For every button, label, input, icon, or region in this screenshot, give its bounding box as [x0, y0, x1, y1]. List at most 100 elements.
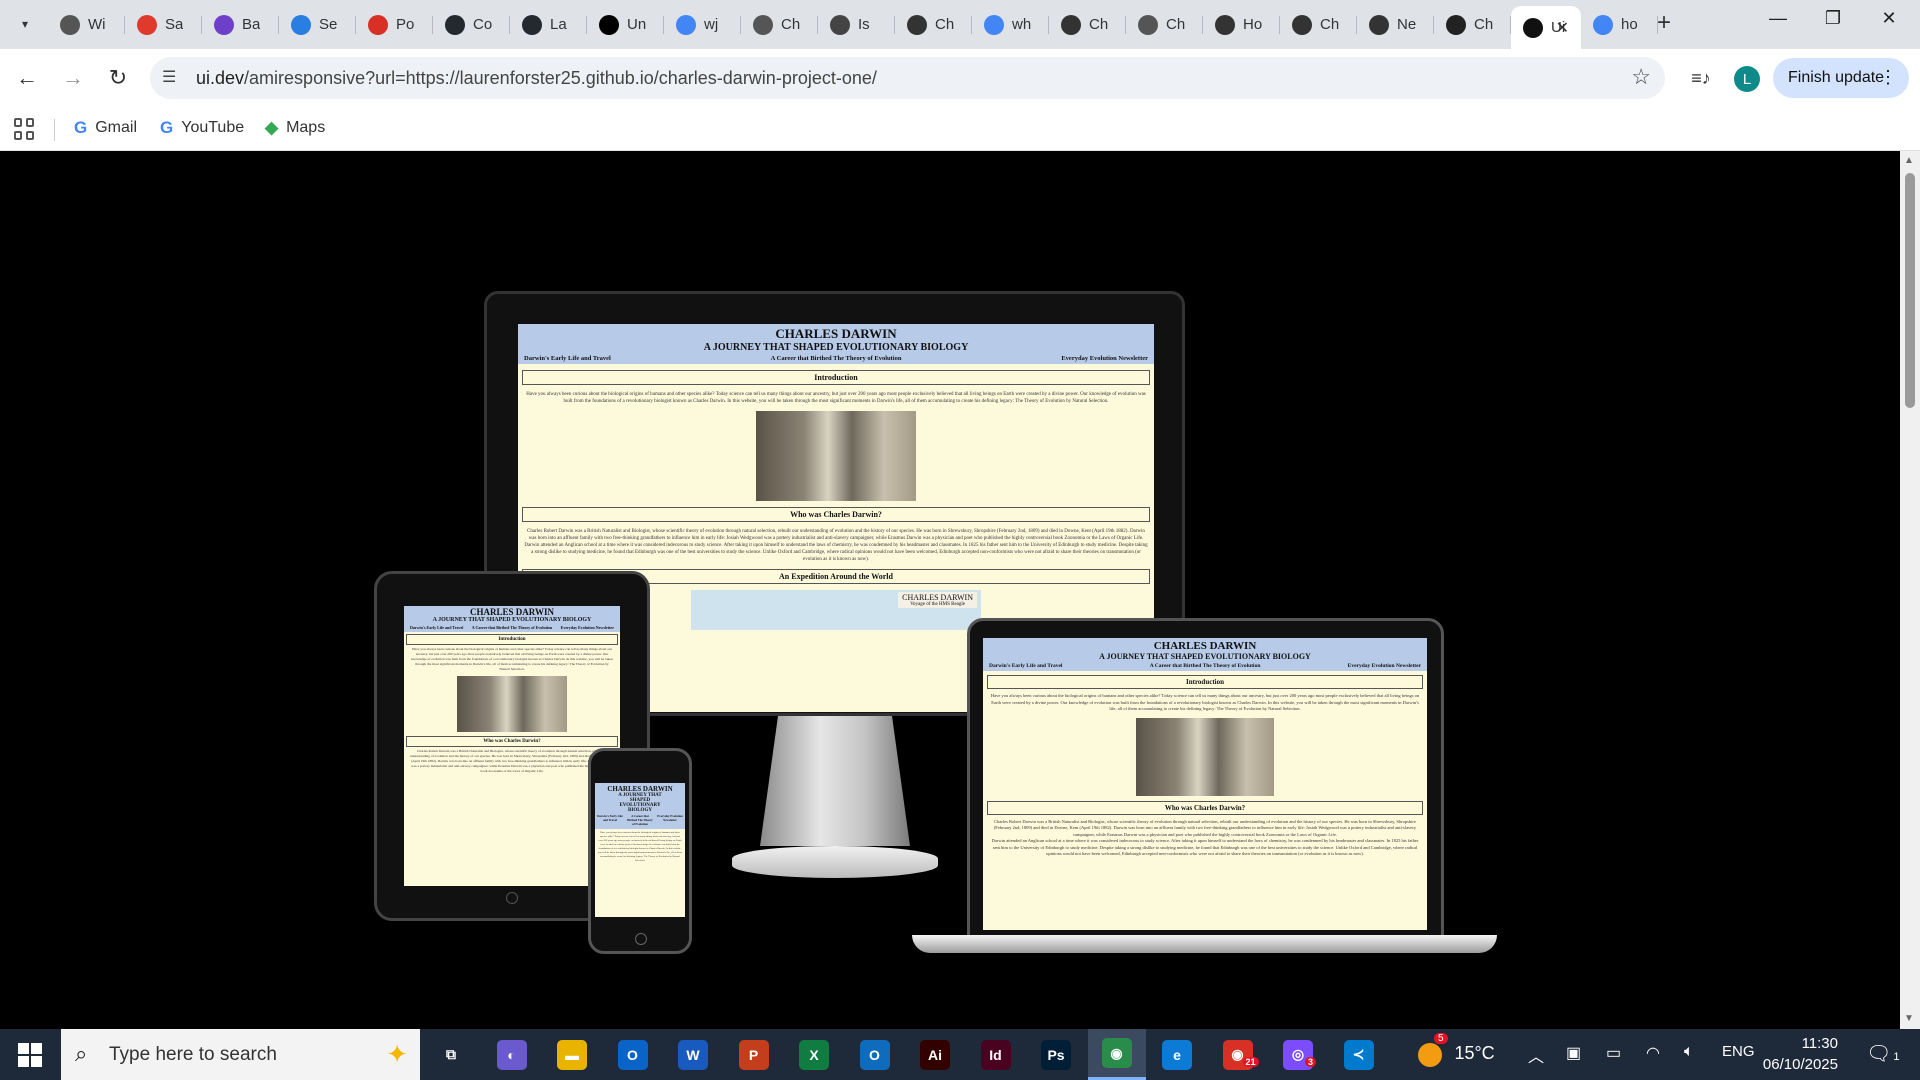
tab-search-icon[interactable]: ▾ — [12, 11, 38, 37]
browser-tab[interactable]: wj — [664, 6, 741, 43]
openai-icon — [1292, 14, 1312, 35]
chrome-taskbar-button[interactable]: ◉ — [1087, 1029, 1146, 1080]
scroll-up-icon[interactable]: ▲ — [1904, 155, 1914, 166]
opera-icon — [137, 14, 157, 35]
site-preview-laptop[interactable]: CHARLES DARWIN A JOURNEY THAT SHAPED EVO… — [983, 638, 1427, 930]
site-preview-phone[interactable]: CHARLES DARWIN A JOURNEY THAT SHAPED EVO… — [595, 783, 685, 917]
voyage-map: CHARLES DARWIN Voyage of the HMS Beagle — [691, 590, 981, 630]
edge-taskbar-button[interactable]: e — [1148, 1029, 1206, 1080]
url-text: ui.dev/amiresponsive?url=https://laurenf… — [196, 68, 877, 89]
start-button[interactable] — [18, 1043, 42, 1067]
copilot-taskbar-button[interactable]: ◐ — [483, 1029, 541, 1080]
browser-tab-active[interactable]: Ui ✕ — [1511, 6, 1581, 49]
taskbar-search[interactable]: ⌕ Type here to search ✦ — [61, 1029, 420, 1080]
close-tab-icon[interactable]: ✕ — [1556, 18, 1569, 38]
show-hidden-icons[interactable]: ︿ — [1528, 1043, 1544, 1067]
finish-update-button[interactable]: Finish update ⋮ — [1773, 58, 1909, 98]
minimize-icon[interactable]: — — [1755, 8, 1801, 29]
language-indicator[interactable]: ENG — [1722, 1043, 1755, 1060]
word-taskbar-button[interactable]: W — [664, 1029, 722, 1080]
browser-tab[interactable]: Wi — [48, 6, 125, 43]
site-header: CHARLES DARWIN A JOURNEY THAT SHAPED EVO… — [595, 783, 685, 829]
browser-tab[interactable]: Po — [356, 6, 433, 43]
stack-icon — [830, 14, 850, 35]
bookmark-maps[interactable]: ◆ Maps — [265, 118, 325, 138]
site-nav-item[interactable]: Darwin's Early Life and Travel — [597, 814, 623, 826]
bookmark-star-icon[interactable]: ☆ — [1631, 64, 1651, 90]
browser-tab[interactable]: Ch — [1126, 6, 1203, 43]
new-tab-button[interactable]: + — [1650, 9, 1678, 37]
clock[interactable]: 11:30 06/10/2025 — [1758, 1033, 1838, 1075]
notification-icon[interactable]: 🗨︎ 1 — [1866, 1041, 1900, 1066]
task-view-taskbar-button[interactable]: ⧉ — [422, 1029, 480, 1080]
browser-tab[interactable]: Un — [587, 6, 664, 43]
menu-dots-icon[interactable]: ⋮ — [1879, 67, 1897, 88]
browser-tab[interactable]: Sa — [125, 6, 202, 43]
meet-now-icon[interactable]: ▣ — [1566, 1043, 1581, 1063]
browser-tab[interactable]: Ch — [895, 6, 972, 43]
site-nav-item[interactable]: Darwin's Early Life and Travel — [524, 355, 611, 362]
browser-tab[interactable]: Ho — [1203, 6, 1280, 43]
browser-tab[interactable]: Ba — [202, 6, 279, 43]
site-info-icon[interactable]: ☰ — [162, 67, 176, 87]
browser-tab[interactable]: Ne — [1357, 6, 1434, 43]
who-heading: Who was Charles Darwin? — [406, 736, 618, 747]
scroll-thumb[interactable] — [1905, 173, 1915, 408]
site-nav-item[interactable]: A Career that Birthed The Theory of Evol… — [472, 625, 552, 630]
browser-tab[interactable]: Co — [433, 6, 510, 43]
site-nav-item[interactable]: A Career that Birthed The Theory of Evol… — [771, 355, 902, 362]
browser-tab[interactable]: Ch — [1434, 6, 1511, 43]
reload-icon[interactable]: ↻ — [103, 63, 133, 93]
site-nav-item[interactable]: Everyday Evolution Newsletter — [1348, 663, 1421, 669]
illustrator-taskbar-button[interactable]: Ai — [906, 1029, 964, 1080]
browser-tab[interactable]: ho — [1581, 6, 1658, 43]
bookmark-youtube[interactable]: G YouTube — [160, 118, 244, 138]
page-scrollbar[interactable]: ▲ ▼ — [1900, 151, 1920, 1029]
who-text: Charles Robert Darwin was a British Natu… — [993, 818, 1417, 837]
edge-icon: e — [1162, 1039, 1192, 1070]
browser-tab[interactable]: Ch — [741, 6, 818, 43]
forward-icon[interactable]: → — [58, 63, 88, 93]
restore-icon[interactable]: ❐ — [1810, 8, 1856, 29]
chrome-profile-taskbar-button[interactable]: ◉ 21 — [1209, 1029, 1267, 1080]
powerpoint-taskbar-button[interactable]: P — [725, 1029, 783, 1080]
apps-grid-icon[interactable] — [14, 118, 36, 140]
site-nav-item[interactable]: Everyday Evolution Newsletter — [1061, 355, 1148, 362]
battery-icon[interactable]: ▭ — [1606, 1043, 1621, 1063]
weather-widget[interactable]: 5 15°C — [1418, 1033, 1495, 1067]
temperature: 15°C — [1454, 1043, 1495, 1063]
browser-tab[interactable]: Se — [279, 6, 356, 43]
back-icon[interactable]: ← — [12, 63, 42, 93]
browser-tab[interactable]: Ch — [1049, 6, 1126, 43]
outlook-classic-taskbar-button[interactable]: O — [846, 1029, 904, 1080]
wifi-icon[interactable]: ◠ — [1646, 1043, 1660, 1063]
excel-taskbar-button[interactable]: X — [785, 1029, 843, 1080]
photoshop-taskbar-button[interactable]: Ps — [1027, 1029, 1085, 1080]
outlook-taskbar-button[interactable]: O — [604, 1029, 662, 1080]
messenger-taskbar-button[interactable]: ◎ 3 — [1269, 1029, 1327, 1080]
site-nav-item[interactable]: Darwin's Early Life and Travel — [989, 663, 1062, 669]
openai-icon — [907, 14, 927, 35]
bookmark-gmail[interactable]: G Gmail — [74, 118, 137, 138]
profile-avatar[interactable]: L — [1734, 66, 1760, 92]
scroll-down-icon[interactable]: ▼ — [1904, 1013, 1914, 1024]
tab-title: Ch — [1474, 16, 1494, 33]
site-nav-item[interactable]: Everyday Evolution Newsletter — [657, 814, 683, 826]
site-subtitle: A JOURNEY THAT SHAPED EVOLUTIONARY BIOLO… — [703, 342, 969, 353]
google-icon: G — [160, 118, 174, 137]
browser-tab[interactable]: La — [510, 6, 587, 43]
browser-tab[interactable]: Ch — [1280, 6, 1357, 43]
site-nav-item[interactable]: A Career that Birthed The Theory of Evol… — [1150, 663, 1261, 669]
close-window-icon[interactable]: ✕ — [1866, 8, 1912, 29]
site-nav-item[interactable]: A Career that Birthed The Theory of Evol… — [627, 814, 653, 826]
indesign-taskbar-button[interactable]: Id — [967, 1029, 1025, 1080]
site-nav-item[interactable]: Darwin's Early Life and Travel — [410, 625, 463, 630]
browser-tab[interactable]: wh — [972, 6, 1049, 43]
file-explorer-taskbar-button[interactable]: ▬ — [543, 1029, 601, 1080]
media-control-icon[interactable]: ≡♪ — [1685, 62, 1717, 94]
address-bar[interactable]: ☰ ui.dev/amiresponsive?url=https://laure… — [150, 57, 1665, 99]
volume-icon[interactable]: 🔈︎ — [1684, 1043, 1694, 1061]
site-nav-item[interactable]: Everyday Evolution Newsletter — [561, 625, 614, 630]
browser-tab[interactable]: Is — [818, 6, 895, 43]
vscode-taskbar-button[interactable]: ≺ — [1330, 1029, 1388, 1080]
